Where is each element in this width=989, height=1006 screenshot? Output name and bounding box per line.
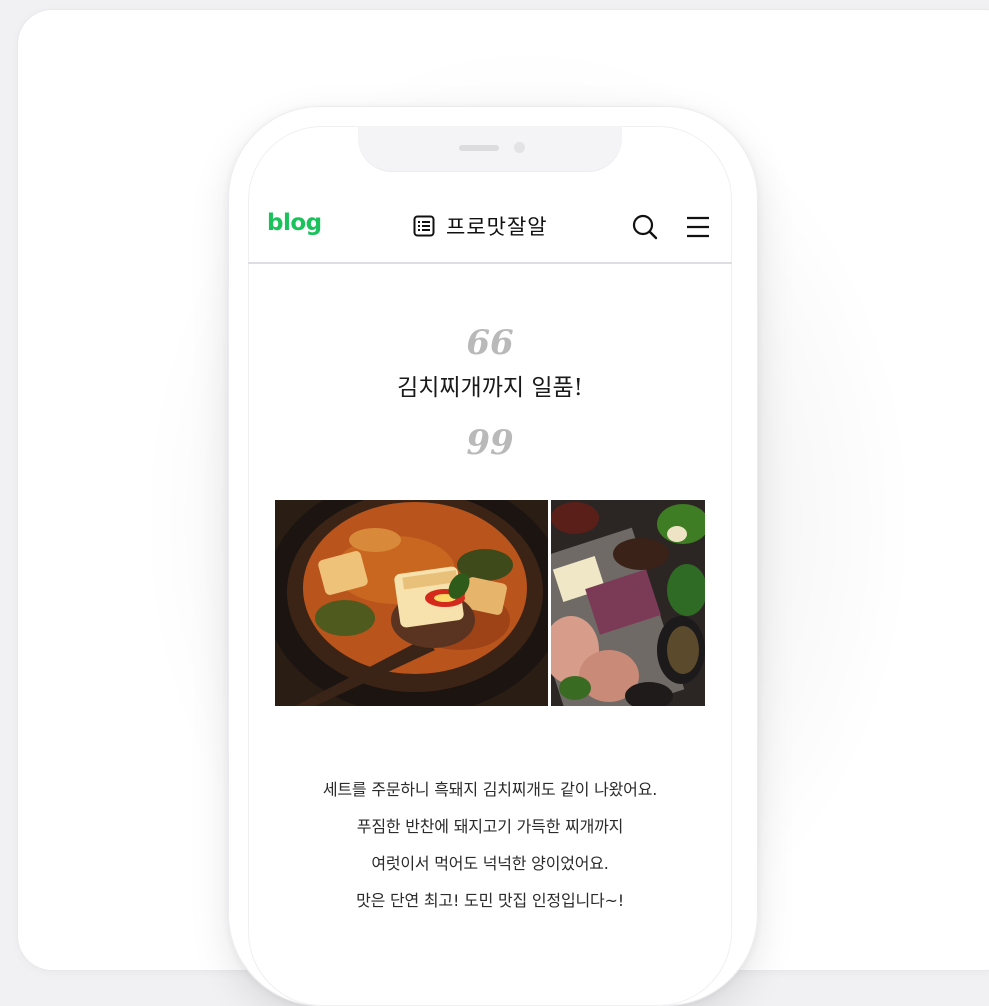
search-icon[interactable] — [631, 213, 659, 241]
kimchi-stew-photo[interactable] — [275, 500, 548, 706]
post-quote: 김치찌개까지 일품! — [397, 375, 583, 401]
front-camera — [514, 142, 525, 153]
side-dishes-photo[interactable] — [551, 500, 705, 706]
quote-open-mark: 66 — [466, 323, 514, 363]
blog-title: 프로맛잘알 — [446, 215, 548, 239]
post-caption: 세트를 주문하니 흑돼지 김치찌개도 같이 나왔어요. 푸짐한 반찬에 돼지고기… — [248, 771, 732, 919]
speaker-grille — [459, 145, 499, 151]
quote-close-mark: 99 — [466, 423, 514, 463]
caption-line: 푸짐한 반찬에 돼지고기 가득한 찌개까지 — [356, 817, 624, 836]
caption-line: 세트를 주문하니 흑돼지 김치찌개도 같이 나왔어요. — [322, 780, 658, 799]
blog-logo[interactable]: blog — [267, 210, 322, 236]
phone-notch — [358, 126, 622, 172]
blog-title-link[interactable]: 프로맛잘알 — [413, 211, 548, 241]
list-icon — [413, 215, 435, 237]
caption-line: 맛은 단연 최고! 도민 맛집 인정입니다~! — [356, 891, 624, 910]
caption-line: 여럿이서 먹어도 넉넉한 양이었어요. — [371, 854, 609, 873]
hamburger-menu-icon[interactable] — [685, 215, 711, 239]
phone-screen: blog 프로맛잘알 66 김치찌개까지 일품! 99 세트를 주문하니 흑돼지… — [248, 126, 732, 1006]
blog-header: blog 프로맛잘알 — [248, 198, 732, 264]
